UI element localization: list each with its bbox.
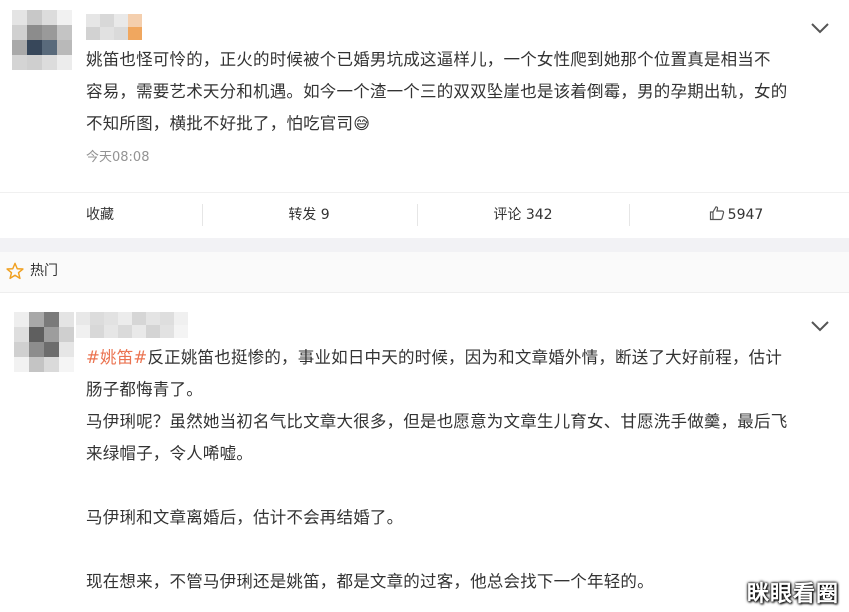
- post-2-line: 肠子都悔青了。: [86, 380, 203, 399]
- avatar-user-1[interactable]: [12, 10, 72, 70]
- like-count: 5947: [727, 207, 764, 223]
- username-user-2[interactable]: [76, 312, 188, 338]
- avatar-user-2[interactable]: [14, 312, 74, 372]
- post-1-line: 不知所图，横批不好批了，怕吃官司😅: [86, 114, 371, 133]
- post-action-bar: 收藏 转发 9 评论 342 5947: [0, 192, 849, 237]
- action-divider: [417, 204, 418, 226]
- post-1-text: 姚笛也怪可怜的，正火的时候被个已婚男坑成这逼样儿，一个女性爬到她那个位置真是相当…: [86, 44, 787, 140]
- watermark: 眯眼看圈: [746, 582, 839, 607]
- post-1-line: 姚笛也怪可怜的，正火的时候被个已婚男坑成这逼样儿，一个女性爬到她那个位置真是相当…: [86, 50, 771, 69]
- like-button[interactable]: 5947: [631, 193, 841, 237]
- username-user-1[interactable]: [86, 14, 150, 40]
- post-2-line: 来绿帽子，令人唏嘘。: [86, 444, 253, 463]
- chevron-down-icon[interactable]: [810, 22, 830, 34]
- hot-comments-header: 热门: [0, 252, 849, 293]
- repost-button[interactable]: 转发 9: [204, 193, 414, 237]
- post-2-spacer: [86, 470, 787, 502]
- action-divider: [629, 204, 630, 226]
- section-gap: [0, 238, 849, 252]
- tears-emoji-icon: 😅: [353, 114, 371, 133]
- post-2-line: 马伊琍呢？虽然她当初名气比文章大很多，但是也愿意为文章生儿育女、甘愿洗手做羹，最…: [86, 412, 788, 431]
- star-icon: [6, 262, 24, 280]
- post-2-line: #姚笛#反正姚笛也挺惨的，事业如日中天的时候，因为和文章婚外情，断送了大好前程，…: [86, 348, 783, 367]
- thumbs-up-icon: [709, 206, 724, 221]
- action-divider: [202, 204, 203, 226]
- hot-label: 热门: [30, 263, 58, 279]
- post-2-spacer: [86, 534, 787, 566]
- chevron-down-icon[interactable]: [810, 320, 830, 332]
- post-2-text: #姚笛#反正姚笛也挺惨的，事业如日中天的时候，因为和文章婚外情，断送了大好前程，…: [86, 342, 787, 598]
- hashtag-link[interactable]: #姚笛#: [86, 348, 147, 367]
- comment-button[interactable]: 评论 342: [419, 193, 627, 237]
- collect-button[interactable]: 收藏: [0, 193, 200, 237]
- post-2-line: 马伊琍和文章离婚后，估计不会再结婚了。: [86, 508, 404, 527]
- post-1-line: 容易，需要艺术天分和机遇。如今一个渣一个三的双双坠崖也是该着倒霉，男的孕期出轨，…: [86, 82, 788, 101]
- post-2-line: 现在想来，不管马伊琍还是姚笛，都是文章的过客，他总会找下一个年轻的。: [86, 572, 654, 591]
- post-1-time[interactable]: 今天08:08: [86, 146, 149, 165]
